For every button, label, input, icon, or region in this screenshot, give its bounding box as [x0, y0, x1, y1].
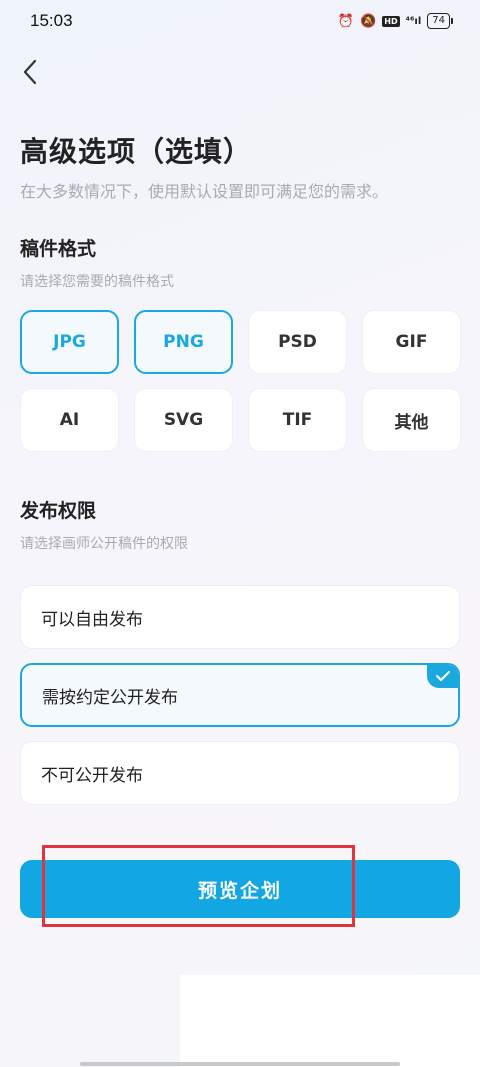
format-option-psd[interactable]: PSD [248, 310, 347, 374]
preview-plan-button[interactable]: 预览企划 [20, 860, 460, 918]
format-option-tif[interactable]: TIF [248, 388, 347, 452]
format-option-ai[interactable]: AI [20, 388, 119, 452]
alarm-icon: ⏰ [337, 13, 355, 29]
signal-icon: ⁴⁶ıl [405, 15, 422, 27]
permission-option-private[interactable]: 不可公开发布 [20, 741, 460, 805]
bottom-white-area [180, 975, 480, 1067]
check-icon [427, 665, 458, 688]
permission-option-label: 需按约定公开发布 [42, 687, 178, 708]
format-option-other[interactable]: 其他 [362, 388, 461, 452]
permission-options: 可以自由发布 需按约定公开发布 不可公开发布 [20, 585, 460, 819]
format-section-hint: 请选择您需要的稿件格式 [20, 274, 174, 290]
format-section-title: 稿件格式 [20, 238, 97, 260]
chevron-left-icon [23, 59, 37, 85]
status-icons: ⏰ 🔕 HD ⁴⁶ıl 74 [337, 13, 453, 29]
hd-icon: HD [382, 15, 400, 27]
status-bar: 15:03 ⏰ 🔕 HD ⁴⁶ıl 74 [0, 0, 480, 42]
permission-section-title: 发布权限 [20, 500, 97, 522]
format-option-png[interactable]: PNG [134, 310, 233, 374]
permission-option-free[interactable]: 可以自由发布 [20, 585, 460, 649]
page-title: 高级选项（选填） [20, 135, 253, 168]
status-time: 15:03 [30, 11, 73, 30]
format-option-svg[interactable]: SVG [134, 388, 233, 452]
page-subtitle: 在大多数情况下，使用默认设置即可满足您的需求。 [20, 182, 389, 201]
format-option-jpg[interactable]: JPG [20, 310, 119, 374]
permission-section-hint: 请选择画师公开稿件的权限 [20, 536, 188, 552]
permission-option-label: 不可公开发布 [41, 765, 143, 786]
battery-icon: 74 [427, 13, 453, 29]
permission-option-label: 可以自由发布 [41, 609, 143, 630]
format-option-gif[interactable]: GIF [362, 310, 461, 374]
mute-bell-icon: 🔕 [360, 13, 377, 29]
back-button[interactable] [14, 54, 46, 90]
permission-option-agreed[interactable]: 需按约定公开发布 [20, 663, 460, 727]
format-options: JPG PNG PSD GIF AI SVG TIF 其他 [20, 310, 461, 452]
home-indicator [80, 1062, 400, 1066]
